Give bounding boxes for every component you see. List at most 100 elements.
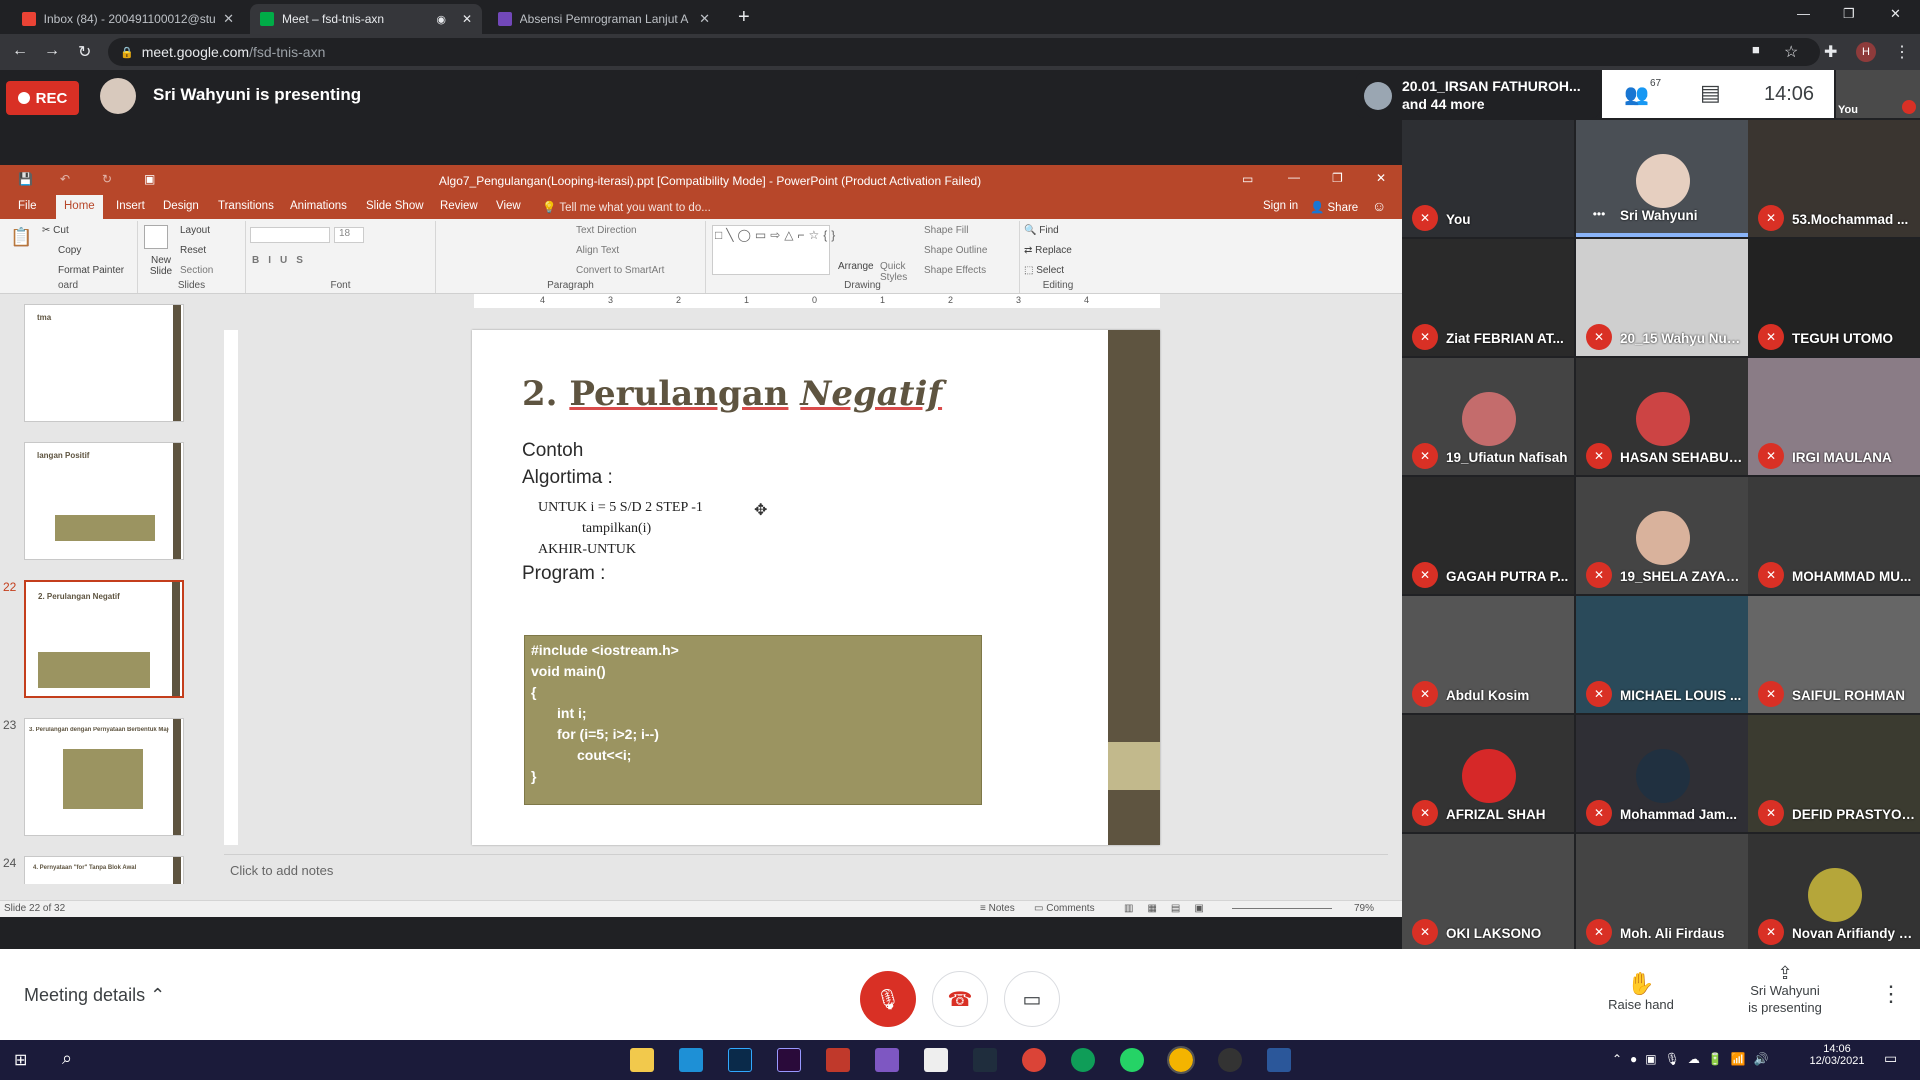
premiere-icon[interactable] — [777, 1048, 801, 1072]
leave-call-button[interactable]: ☎ — [932, 971, 988, 1027]
more-options-icon[interactable]: ⋮ — [1880, 981, 1902, 1007]
people-icon[interactable]: 👥 — [1624, 82, 1649, 107]
participant-tile[interactable]: ✕ Moh. Ali Firdaus — [1576, 834, 1748, 951]
tab-meet[interactable]: Meet – fsd-tnis-axn ◉ ✕ — [250, 4, 482, 34]
notes-placeholder: Click to add notes — [230, 863, 334, 878]
url-input[interactable]: 🔒 meet.google.com/fsd-tnis-axn — [108, 38, 1820, 66]
participant-tile[interactable]: ✕ OKI LAKSONO — [1402, 834, 1574, 951]
profile-avatar[interactable]: H — [1856, 42, 1876, 62]
participant-tile[interactable]: ✕ Mohammad Jam... — [1576, 715, 1748, 832]
participant-tile[interactable]: ✕ You — [1402, 120, 1574, 237]
participant-tile[interactable]: ✕ 19_Ufiatun Nafisah — [1402, 358, 1574, 475]
participant-chip[interactable]: 20.01_IRSAN FATHUROH... and 44 more — [1356, 72, 1600, 118]
menu-insert: Insert — [116, 200, 145, 212]
thumb-band — [173, 443, 181, 559]
clipboard-group: 📋 ✂ Cut Copy Format Painter oard — [0, 221, 138, 293]
forward-icon[interactable]: → — [44, 42, 60, 60]
participant-tile[interactable]: ✕ Abdul Kosim — [1402, 596, 1574, 713]
chrome-active-icon[interactable] — [1167, 1046, 1195, 1074]
presenting-line1: Sri Wahyuni — [1750, 983, 1820, 998]
app-face-icon[interactable] — [924, 1048, 948, 1072]
chat-icon[interactable]: ▤ — [1700, 80, 1721, 106]
windows-taskbar: ⊞ ⌕ ⌃●▣🎙☁🔋📶🔊 14:06 12/03/2021 ▭ — [0, 1040, 1920, 1080]
windows-start-icon[interactable]: ⊞ — [14, 1050, 27, 1070]
participant-name: Mohammad Jam... — [1620, 807, 1738, 822]
tab-gmail[interactable]: Inbox (84) - 200491100012@stu ✕ — [12, 4, 244, 34]
thumb-band — [173, 305, 181, 421]
app-v-icon[interactable] — [826, 1048, 850, 1072]
rec-label: REC — [35, 89, 68, 107]
taskbar-clock[interactable]: 14:06 12/03/2021 — [1806, 1043, 1868, 1067]
photoshop-icon[interactable] — [728, 1048, 752, 1072]
avatar — [1364, 82, 1392, 110]
comments-label: Comments — [1046, 903, 1095, 914]
participant-tile[interactable]: ✕ 20_15 Wahyu Nur ... — [1576, 239, 1748, 356]
close-window-icon[interactable]: ✕ — [1890, 6, 1901, 22]
new-tab-button[interactable]: + — [738, 6, 750, 29]
participant-tile[interactable]: ✕ Ziat FEBRIAN AT... — [1402, 239, 1574, 356]
raise-hand-button[interactable]: ✋ Raise hand — [1590, 971, 1692, 1012]
close-icon[interactable]: ✕ — [462, 12, 472, 26]
chrome-icon[interactable] — [1022, 1048, 1046, 1072]
restore-icon: ❐ — [1332, 171, 1343, 185]
presenting-button[interactable]: ⇪ Sri Wahyuni is presenting — [1730, 964, 1840, 1016]
slide-editor: 4 3 2 1 0 1 2 3 4 2. Perulangan Negatif Contoh A… — [224, 294, 1388, 854]
participant-name: Abdul Kosim — [1446, 688, 1530, 703]
notes-label: Notes — [988, 903, 1015, 914]
tab-forms[interactable]: Absensi Pemrograman Lanjut A ✕ — [488, 4, 720, 34]
system-tray-icons[interactable]: ⌃●▣🎙☁🔋📶🔊 — [1612, 1052, 1777, 1066]
taskbar-date: 12/03/2021 — [1809, 1055, 1865, 1067]
thumb-title: tma — [37, 313, 52, 322]
thumb-title: 4. Pernyataan "for" Tanpa Blok Awal — [33, 865, 137, 871]
camera-toggle-button[interactable]: ▭ — [1004, 971, 1060, 1027]
participant-tile[interactable]: ✕ SAIFUL ROHMAN — [1748, 596, 1920, 713]
tab-label: Meet – fsd-tnis-axn — [282, 12, 385, 26]
participant-tile[interactable]: ✕ 19_SHELA ZAYAN... — [1576, 477, 1748, 594]
chrome-icon-2[interactable] — [1071, 1048, 1095, 1072]
participant-tile[interactable]: ✕ 53.Mochammad ... — [1748, 120, 1920, 237]
notification-icon[interactable]: ▭ — [1884, 1050, 1897, 1067]
word-icon[interactable] — [1267, 1048, 1291, 1072]
participant-tile[interactable]: ✕ AFRIZAL SHAH — [1402, 715, 1574, 832]
whatsapp-icon[interactable] — [1120, 1048, 1144, 1072]
tell-me-text: Tell me what you want to do... — [559, 202, 711, 214]
participant-tile[interactable]: ✕ HASAN SEHABUD... — [1576, 358, 1748, 475]
meeting-details-button[interactable]: Meeting details ⌃ — [24, 985, 165, 1006]
participant-tile[interactable]: ••• Sri Wahyuni — [1576, 120, 1748, 237]
participant-tile[interactable]: ✕ MICHAEL LOUIS ... — [1576, 596, 1748, 713]
self-thumbnail[interactable]: You — [1836, 70, 1920, 118]
participant-name: You — [1446, 212, 1471, 227]
url-path: /fsd-tnis-axn — [249, 44, 326, 60]
menu-file: File — [18, 200, 37, 212]
mic-toggle-button[interactable]: 🎙 — [860, 971, 916, 1027]
search-icon[interactable]: ⌕ — [62, 1048, 72, 1069]
reload-icon[interactable]: ↻ — [78, 42, 91, 62]
participant-tile[interactable]: ✕ Novan Arifiandy P... — [1748, 834, 1920, 951]
minimize-icon[interactable]: — — [1797, 6, 1810, 21]
editing-group-label: Editing — [1042, 280, 1074, 291]
participant-tile[interactable]: ✕ TEGUH UTOMO — [1748, 239, 1920, 356]
participant-name: 53.Mochammad ... — [1792, 212, 1909, 227]
file-explorer-icon[interactable] — [630, 1048, 654, 1072]
bookmark-star-icon[interactable]: ☆ — [1784, 42, 1798, 62]
camera-icon[interactable]: ■ — [1752, 42, 1760, 57]
close-icon[interactable]: ✕ — [699, 11, 710, 27]
menu-dots-icon[interactable]: ⋮ — [1894, 42, 1910, 62]
app-circle-icon[interactable] — [1218, 1048, 1242, 1072]
thumb-band — [173, 857, 181, 884]
code-line: } — [531, 768, 537, 784]
participant-tile[interactable]: ✕ MOHAMMAD MU... — [1748, 477, 1920, 594]
extensions-icon[interactable]: ✚ — [1824, 42, 1837, 62]
app-l-icon[interactable] — [679, 1048, 703, 1072]
participant-tile[interactable]: ✕ DEFID PRASTYO ... — [1748, 715, 1920, 832]
restore-icon[interactable]: ❐ — [1843, 6, 1855, 22]
app-store-icon[interactable] — [875, 1048, 899, 1072]
close-icon[interactable]: ✕ — [223, 11, 234, 27]
devcpp-icon[interactable] — [973, 1048, 997, 1072]
back-icon[interactable]: ← — [12, 42, 28, 60]
font-size-box: 18 — [334, 227, 364, 243]
participant-tile[interactable]: ✕ IRGI MAULANA — [1748, 358, 1920, 475]
participant-tile[interactable]: ✕ GAGAH PUTRA P... — [1402, 477, 1574, 594]
url-host: meet.google.com — [141, 44, 250, 60]
thumb-number: 23 — [3, 718, 17, 732]
